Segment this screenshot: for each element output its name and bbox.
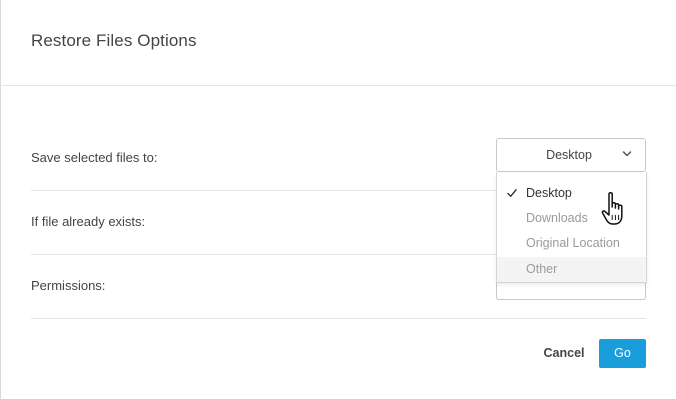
go-button[interactable]: Go xyxy=(599,339,646,368)
permissions-label: Permissions: xyxy=(31,278,106,293)
dropdown-option-other[interactable]: Other xyxy=(497,257,646,282)
save-to-label: Save selected files to: xyxy=(31,150,158,165)
dropdown-option-label: Original Location xyxy=(526,236,620,250)
save-to-select-value: Desktop xyxy=(546,148,592,162)
dropdown-option-label: Downloads xyxy=(526,211,588,225)
dialog-title: Restore Files Options xyxy=(31,31,197,50)
save-to-select[interactable]: Desktop xyxy=(496,138,646,172)
row-divider xyxy=(31,318,646,319)
check-icon xyxy=(507,189,517,197)
file-exists-label: If file already exists: xyxy=(31,214,146,229)
dropdown-option-original-location[interactable]: Original Location xyxy=(497,231,646,256)
cancel-button[interactable]: Cancel xyxy=(536,339,592,368)
chevron-down-icon xyxy=(622,151,632,157)
dropdown-option-label: Other xyxy=(526,262,558,276)
dialog-header: Restore Files Options xyxy=(0,0,676,86)
hand-pointer-cursor-icon xyxy=(601,191,623,225)
dropdown-option-label: Desktop xyxy=(526,186,572,200)
